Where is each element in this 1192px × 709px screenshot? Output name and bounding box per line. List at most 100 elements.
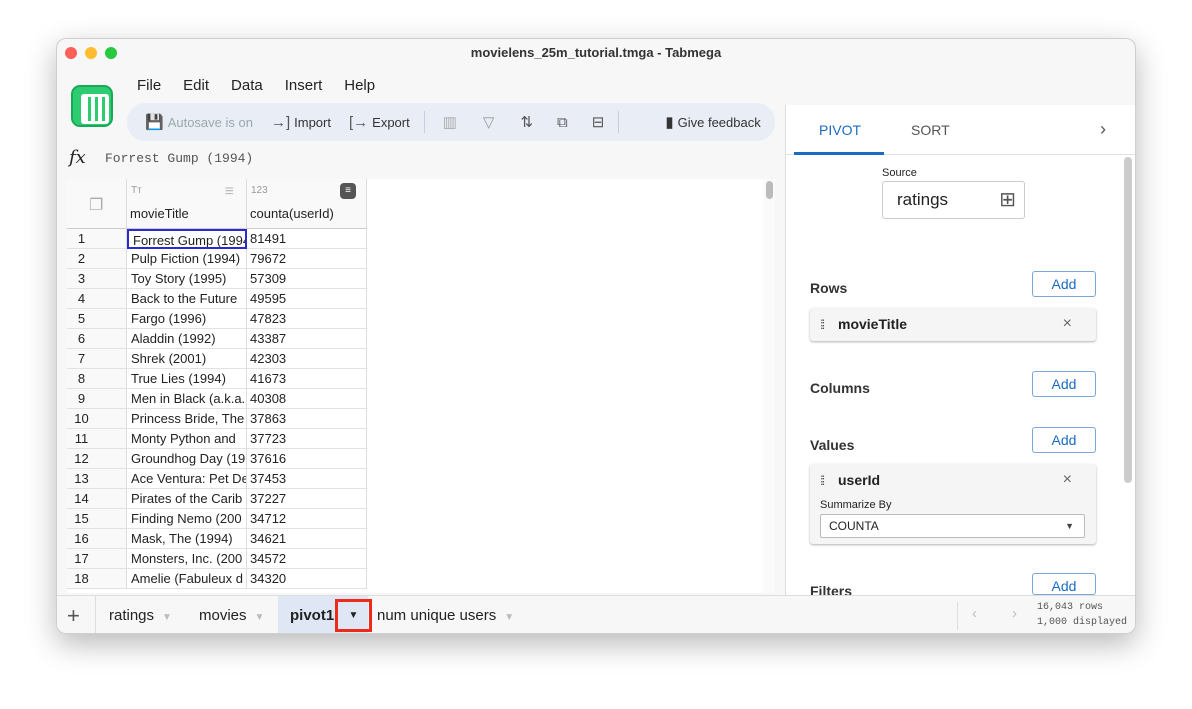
sort-icon[interactable]: ⇅ bbox=[520, 113, 533, 131]
summarize-select[interactable]: COUNTA ▼ bbox=[820, 514, 1085, 538]
cell-movie-title[interactable]: Pirates of the Carib bbox=[127, 489, 247, 509]
cell-movie-title[interactable]: Ace Ventura: Pet De bbox=[127, 469, 247, 489]
cell-movie-title[interactable]: Mask, The (1994) bbox=[127, 529, 247, 549]
add-column-button[interactable]: Add bbox=[1032, 371, 1096, 397]
row-number[interactable]: 9 bbox=[67, 389, 127, 409]
cell-movie-title[interactable]: Fargo (1996) bbox=[127, 309, 247, 329]
filter-icon[interactable]: ≡ bbox=[225, 183, 234, 201]
menu-file[interactable]: File bbox=[137, 77, 161, 94]
row-number[interactable]: 15 bbox=[67, 509, 127, 529]
menu-insert[interactable]: Insert bbox=[285, 77, 323, 94]
sheet-tab-num-unique-users[interactable]: num unique users ▼ bbox=[365, 596, 514, 633]
menu-edit[interactable]: Edit bbox=[183, 77, 209, 94]
formula-input[interactable]: Forrest Gump (1994) bbox=[105, 151, 253, 166]
cell-count[interactable]: 41673 bbox=[247, 369, 367, 389]
row-number[interactable]: 11 bbox=[67, 429, 127, 449]
value-field-chip[interactable]: ⁞⁞ userId × Summarize By COUNTA ▼ bbox=[810, 464, 1096, 544]
cell-count[interactable]: 43387 bbox=[247, 329, 367, 349]
row-number[interactable]: 13 bbox=[67, 469, 127, 489]
remove-icon[interactable]: × bbox=[1063, 471, 1072, 489]
cell-movie-title[interactable]: Shrek (2001) bbox=[127, 349, 247, 369]
row-field-chip[interactable]: ⁞⁞ movieTitle × bbox=[810, 308, 1096, 341]
cell-count[interactable]: 34621 bbox=[247, 529, 367, 549]
row-number[interactable]: 4 bbox=[67, 289, 127, 309]
cell-count[interactable]: 37723 bbox=[247, 429, 367, 449]
row-number[interactable]: 3 bbox=[67, 269, 127, 289]
cell-count[interactable]: 79672 bbox=[247, 249, 367, 269]
cell-movie-title[interactable]: Groundhog Day (19 bbox=[127, 449, 247, 469]
select-all-corner[interactable]: ❐ bbox=[67, 179, 127, 229]
drag-handle-icon[interactable]: ⁞⁞ bbox=[820, 317, 825, 332]
row-number[interactable]: 2 bbox=[67, 249, 127, 269]
close-button[interactable] bbox=[65, 47, 77, 59]
cell-count[interactable]: 37227 bbox=[247, 489, 367, 509]
chevron-right-icon[interactable]: › bbox=[1100, 119, 1106, 140]
add-filter-button[interactable]: Add bbox=[1032, 573, 1096, 595]
row-number[interactable]: 18 bbox=[67, 569, 127, 589]
row-number[interactable]: 8 bbox=[67, 369, 127, 389]
menu-data[interactable]: Data bbox=[231, 77, 263, 94]
remove-icon[interactable]: × bbox=[1063, 315, 1072, 333]
cell-movie-title[interactable]: Forrest Gump (1994) bbox=[127, 229, 247, 249]
prev-page-icon[interactable]: ‹ bbox=[972, 605, 977, 622]
cell-movie-title[interactable]: True Lies (1994) bbox=[127, 369, 247, 389]
tab-sort[interactable]: SORT bbox=[911, 122, 950, 138]
panel-scrollbar[interactable] bbox=[1124, 157, 1132, 483]
cell-count[interactable]: 47823 bbox=[247, 309, 367, 329]
row-number[interactable]: 10 bbox=[67, 409, 127, 429]
zoom-button[interactable] bbox=[105, 47, 117, 59]
cell-movie-title[interactable]: Monsters, Inc. (200 bbox=[127, 549, 247, 569]
row-number[interactable]: 16 bbox=[67, 529, 127, 549]
autosave-button[interactable]: 💾 Autosave is on bbox=[145, 113, 253, 131]
cell-count[interactable]: 49595 bbox=[247, 289, 367, 309]
cell-count[interactable]: 57309 bbox=[247, 269, 367, 289]
column-header-movietitle[interactable]: Tт ≡ movieTitle bbox=[127, 179, 247, 229]
menu-help[interactable]: Help bbox=[344, 77, 375, 94]
row-number[interactable]: 17 bbox=[67, 549, 127, 569]
cell-count[interactable]: 37863 bbox=[247, 409, 367, 429]
cell-count[interactable]: 34572 bbox=[247, 549, 367, 569]
cell-count[interactable]: 37453 bbox=[247, 469, 367, 489]
import-button[interactable]: →] Import bbox=[271, 114, 331, 131]
add-sheet-icon[interactable]: + bbox=[67, 603, 80, 629]
row-number[interactable]: 1 bbox=[67, 229, 127, 249]
cell-movie-title[interactable]: Pulp Fiction (1994) bbox=[127, 249, 247, 269]
cell-count[interactable]: 34712 bbox=[247, 509, 367, 529]
cell-count[interactable]: 34320 bbox=[247, 569, 367, 589]
row-number[interactable]: 12 bbox=[67, 449, 127, 469]
cell-movie-title[interactable]: Amelie (Fabuleux d bbox=[127, 569, 247, 589]
column-header-counta[interactable]: 123 ≡ counta(userId) bbox=[247, 179, 367, 229]
cell-count[interactable]: 42303 bbox=[247, 349, 367, 369]
cell-count[interactable]: 40308 bbox=[247, 389, 367, 409]
row-number[interactable]: 7 bbox=[67, 349, 127, 369]
sheet-tab-ratings[interactable]: ratings ▼ bbox=[97, 596, 172, 633]
cell-movie-title[interactable]: Princess Bride, The bbox=[127, 409, 247, 429]
cell-movie-title[interactable]: Back to the Future bbox=[127, 289, 247, 309]
add-row-button[interactable]: Add bbox=[1032, 271, 1096, 297]
sheet-tab-movies[interactable]: movies ▼ bbox=[187, 596, 264, 633]
row-number[interactable]: 14 bbox=[67, 489, 127, 509]
layout-icon[interactable]: ⊟ bbox=[592, 113, 605, 131]
grid-scrollbar[interactable] bbox=[763, 179, 775, 593]
next-page-icon[interactable]: › bbox=[1012, 605, 1017, 622]
source-select[interactable]: ratings ⊞ bbox=[882, 181, 1025, 219]
minimize-button[interactable] bbox=[85, 47, 97, 59]
add-value-button[interactable]: Add bbox=[1032, 427, 1096, 453]
filter-active-icon[interactable]: ≡ bbox=[340, 183, 356, 199]
give-feedback-button[interactable]: ▮ Give feedback bbox=[665, 113, 760, 131]
filter-icon[interactable]: ▽ bbox=[483, 113, 495, 131]
columns-icon[interactable]: ▥ bbox=[443, 113, 457, 131]
row-number[interactable]: 5 bbox=[67, 309, 127, 329]
cell-movie-title[interactable]: Finding Nemo (200 bbox=[127, 509, 247, 529]
cell-count[interactable]: 81491 bbox=[247, 229, 367, 249]
export-button[interactable]: [→ Export bbox=[349, 114, 410, 131]
row-number[interactable]: 6 bbox=[67, 329, 127, 349]
pivot-icon[interactable]: ⧉ bbox=[557, 114, 568, 131]
cell-movie-title[interactable]: Monty Python and bbox=[127, 429, 247, 449]
drag-handle-icon[interactable]: ⁞⁞ bbox=[820, 473, 825, 488]
cell-movie-title[interactable]: Toy Story (1995) bbox=[127, 269, 247, 289]
cell-movie-title[interactable]: Aladdin (1992) bbox=[127, 329, 247, 349]
cell-movie-title[interactable]: Men in Black (a.k.a. bbox=[127, 389, 247, 409]
tab-pivot[interactable]: PIVOT bbox=[819, 122, 861, 138]
cell-count[interactable]: 37616 bbox=[247, 449, 367, 469]
